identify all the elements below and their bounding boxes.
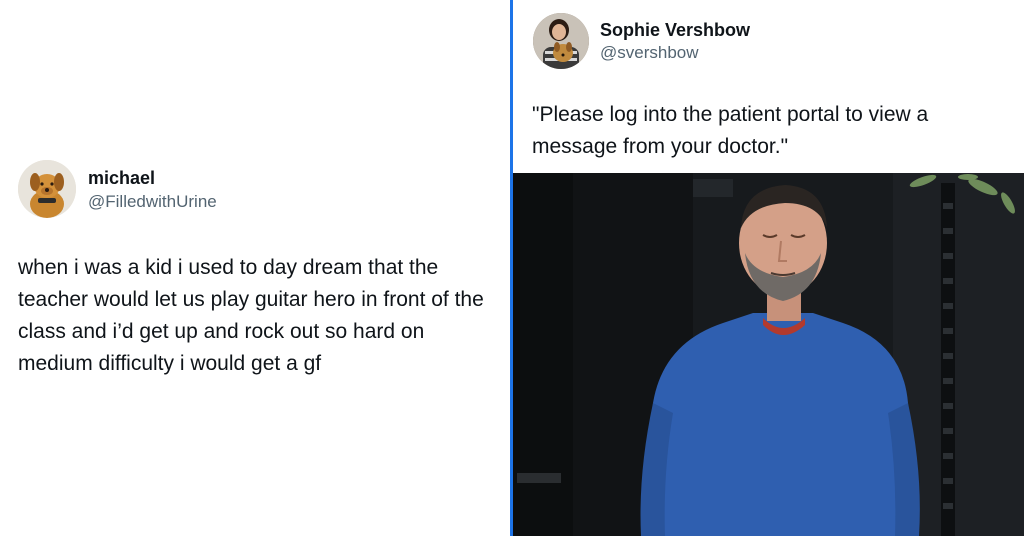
author-name[interactable]: michael (88, 168, 155, 189)
woman-with-dog-avatar[interactable] (533, 13, 589, 69)
left-tweet-card: michael @FilledwithUrine when i was a ki… (0, 0, 510, 536)
tweet-text: "Please log into the patient portal to v… (532, 103, 929, 158)
tweet-text: when i was a kid i used to day dream tha… (18, 256, 484, 375)
plush-dog-avatar[interactable] (18, 160, 76, 218)
author-handle[interactable]: @FilledwithUrine (88, 192, 217, 212)
man-eyes-closed-photo[interactable] (513, 173, 1024, 536)
right-tweet-card: Sophie Vershbow @svershbow "Please log i… (513, 0, 1024, 536)
author-name[interactable]: Sophie Vershbow (600, 20, 750, 41)
author-handle[interactable]: @svershbow (600, 43, 699, 63)
